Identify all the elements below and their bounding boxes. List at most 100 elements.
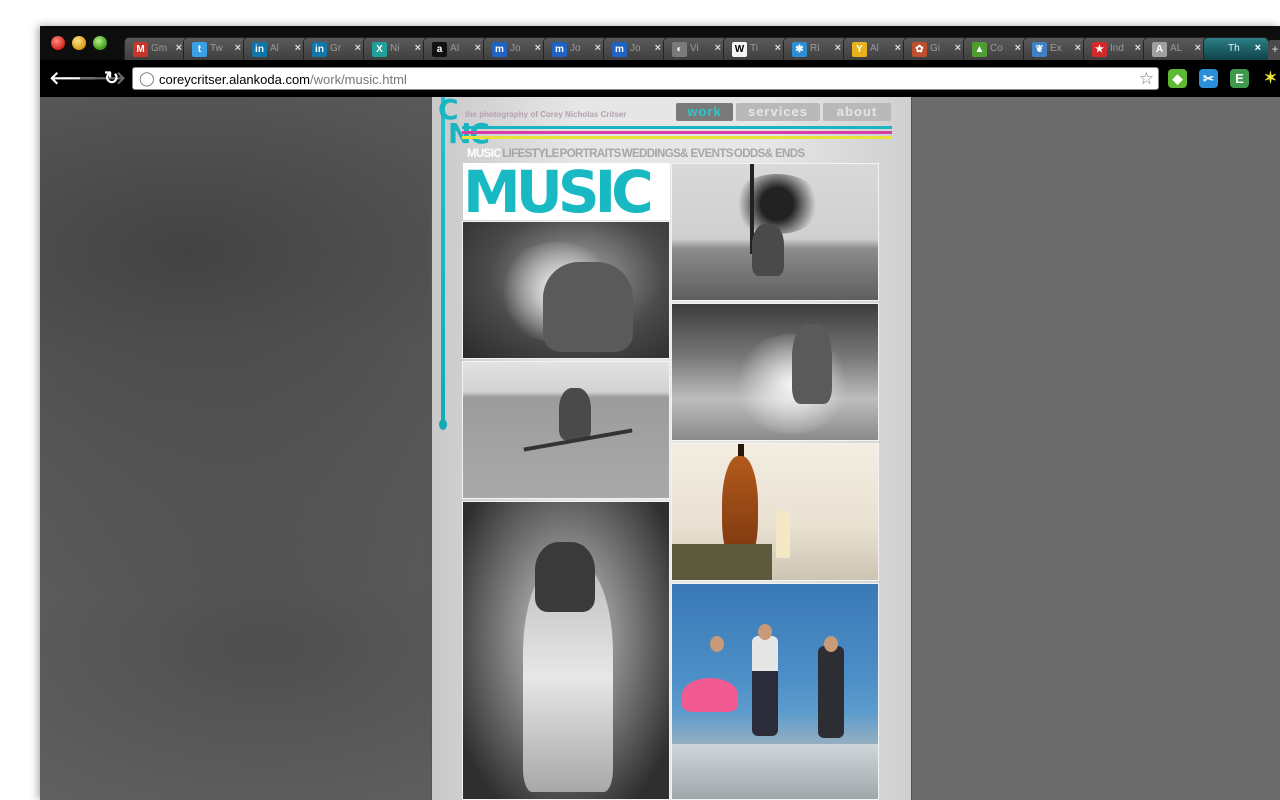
photo-hair-flip[interactable] bbox=[671, 163, 879, 301]
tab-16[interactable]: ★ Ind × bbox=[1083, 37, 1149, 60]
nav-about[interactable]: about bbox=[823, 103, 891, 121]
photo-violinist-lying[interactable] bbox=[462, 221, 670, 359]
new-tab-button[interactable]: + bbox=[1268, 40, 1280, 60]
close-tab-icon[interactable]: × bbox=[176, 42, 182, 54]
head-shape bbox=[824, 636, 838, 652]
tab-18[interactable]: Th × bbox=[1203, 37, 1269, 60]
logo-drip bbox=[441, 97, 445, 427]
tab-strip: M Gm × t Tw × in Al × in Gr × X Ni × a AI × m Jo × m Jo × m Jo × ◐ V… bbox=[40, 26, 1280, 60]
close-tab-icon[interactable]: × bbox=[475, 42, 481, 54]
wikipedia-icon: W bbox=[732, 42, 747, 57]
rock-shape bbox=[672, 744, 878, 799]
tab-17[interactable]: A AL × bbox=[1143, 37, 1209, 60]
tab-10[interactable]: W Ti × bbox=[723, 37, 789, 60]
minimize-window-button[interactable] bbox=[72, 36, 86, 50]
sparkle-icon[interactable]: ✶ bbox=[1261, 69, 1280, 88]
close-tab-icon[interactable]: × bbox=[415, 42, 421, 54]
figure-shape bbox=[752, 636, 778, 736]
close-tab-icon[interactable]: × bbox=[955, 42, 961, 54]
tab-title: Jo bbox=[510, 43, 521, 54]
close-tab-icon[interactable]: × bbox=[595, 42, 601, 54]
category-nav: MUSICLIFESTYLEPORTRAITSWEDDINGS& EVENTSO… bbox=[467, 148, 806, 160]
reload-button[interactable]: ↻ bbox=[104, 68, 119, 88]
scissors-icon[interactable]: ✂ bbox=[1199, 69, 1218, 88]
bird-icon: ❦ bbox=[1032, 42, 1047, 57]
address-bar[interactable]: ◯ coreycritser.alankoda.com/work/music.h… bbox=[132, 67, 1159, 90]
close-tab-icon[interactable]: × bbox=[1135, 42, 1141, 54]
tab-1[interactable]: t Tw × bbox=[183, 37, 249, 60]
photo-cello-and-figure[interactable] bbox=[671, 443, 879, 581]
tab-title: Al bbox=[870, 43, 879, 54]
category-weddings-events[interactable]: WEDDINGS& EVENTS bbox=[622, 148, 734, 160]
tab-3[interactable]: in Gr × bbox=[303, 37, 369, 60]
close-window-button[interactable] bbox=[51, 36, 65, 50]
tab-title: Ind bbox=[1110, 43, 1124, 54]
tab-11[interactable]: ✱ Ri × bbox=[783, 37, 849, 60]
hair-spray-shape bbox=[732, 174, 822, 234]
bookmark-star-icon[interactable]: ☆ bbox=[1139, 69, 1154, 89]
tab-0[interactable]: M Gm × bbox=[124, 37, 190, 60]
tab-9[interactable]: ◐ Vi × bbox=[663, 37, 729, 60]
nav-work[interactable]: work bbox=[676, 103, 733, 121]
page-viewport: C NC the photography of Corey Nicholas C… bbox=[40, 97, 1280, 800]
tab-14[interactable]: ▲ Co × bbox=[963, 37, 1029, 60]
category-portraits[interactable]: PORTRAITS bbox=[560, 148, 622, 160]
close-tab-icon[interactable]: × bbox=[715, 42, 721, 54]
close-tab-icon[interactable]: × bbox=[1015, 42, 1021, 54]
photo-water-splash[interactable] bbox=[671, 303, 879, 441]
tab-title: Tw bbox=[210, 43, 223, 54]
tab-4[interactable]: X Ni × bbox=[363, 37, 429, 60]
site-container: C NC the photography of Corey Nicholas C… bbox=[431, 97, 912, 800]
tab-5[interactable]: a AI × bbox=[423, 37, 489, 60]
evernote-icon[interactable]: E bbox=[1230, 69, 1249, 88]
zoom-window-button[interactable] bbox=[93, 36, 107, 50]
shore-shape bbox=[672, 544, 772, 580]
hair-shape bbox=[535, 542, 595, 612]
toolbar: 🡐 🡒 ↻ ◯ coreycritser.alankoda.com/work/m… bbox=[40, 60, 1280, 97]
tab-title: Th bbox=[1228, 43, 1240, 54]
photo-seated-in-water[interactable] bbox=[462, 361, 670, 499]
logo-drip-end bbox=[439, 419, 447, 430]
close-tab-icon[interactable]: × bbox=[1195, 42, 1201, 54]
figure-shape bbox=[776, 510, 790, 558]
close-tab-icon[interactable]: × bbox=[295, 42, 301, 54]
close-tab-icon[interactable]: × bbox=[1255, 42, 1261, 54]
figure-shape bbox=[543, 262, 633, 352]
close-tab-icon[interactable]: × bbox=[895, 42, 901, 54]
tab-title: Ex bbox=[1050, 43, 1062, 54]
close-tab-icon[interactable]: × bbox=[235, 42, 241, 54]
close-tab-icon[interactable]: × bbox=[835, 42, 841, 54]
tab-12[interactable]: Y Al × bbox=[843, 37, 909, 60]
globe-icon: ◯ bbox=[139, 70, 155, 86]
close-tab-icon[interactable]: × bbox=[775, 42, 781, 54]
tab-2[interactable]: in Al × bbox=[243, 37, 309, 60]
tab-title: Vi bbox=[690, 43, 699, 54]
star-icon: ★ bbox=[1092, 42, 1107, 57]
url-domain: coreycritser.alankoda.com bbox=[159, 72, 311, 87]
close-tab-icon[interactable]: × bbox=[655, 42, 661, 54]
close-tab-icon[interactable]: × bbox=[535, 42, 541, 54]
category-odds-ends[interactable]: ODDS& ENDS bbox=[734, 148, 805, 160]
tab-15[interactable]: ❦ Ex × bbox=[1023, 37, 1089, 60]
tab-6[interactable]: m Jo × bbox=[483, 37, 549, 60]
tab-7[interactable]: m Jo × bbox=[543, 37, 609, 60]
close-tab-icon[interactable]: × bbox=[355, 42, 361, 54]
feedly-icon[interactable]: ◆ bbox=[1168, 69, 1187, 88]
tab-title: Ri bbox=[810, 43, 820, 54]
page-title: MUSIC bbox=[463, 163, 670, 220]
category-lifestyle[interactable]: LIFESTYLE bbox=[502, 148, 559, 160]
tab-8[interactable]: m Jo × bbox=[603, 37, 669, 60]
category-music[interactable]: MUSIC bbox=[467, 148, 502, 160]
figure-shape bbox=[752, 224, 784, 276]
photo-water-dress[interactable] bbox=[462, 501, 670, 800]
close-tab-icon[interactable]: × bbox=[1075, 42, 1081, 54]
twitter-icon: t bbox=[192, 42, 207, 57]
monster-icon: m bbox=[492, 42, 507, 57]
aiga-icon: a bbox=[432, 42, 447, 57]
nav-services[interactable]: services bbox=[736, 103, 820, 121]
tab-title: AI bbox=[450, 43, 460, 54]
flower-icon: ✿ bbox=[912, 42, 927, 57]
tab-13[interactable]: ✿ Gi × bbox=[903, 37, 969, 60]
tab-title: Jo bbox=[630, 43, 641, 54]
photo-band[interactable] bbox=[671, 583, 879, 800]
